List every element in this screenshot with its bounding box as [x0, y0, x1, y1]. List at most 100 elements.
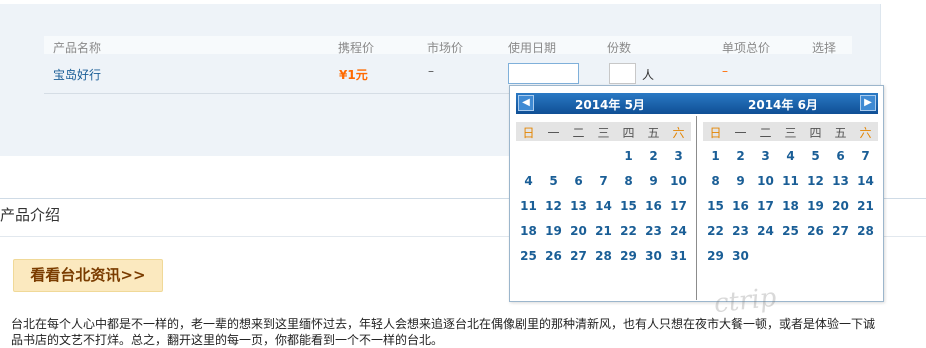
- weekday-label: 日: [522, 126, 535, 140]
- product-description: 台北在每个人心中都是不一样的，老一辈的想来到这里缅怀过去，年轻人会想来追逐台北在…: [11, 316, 915, 348]
- calendar-day[interactable]: 6: [566, 174, 591, 188]
- weekday-label: 二: [572, 126, 585, 140]
- weekday-label: 三: [784, 126, 797, 140]
- calendar-day[interactable]: 1: [703, 149, 728, 163]
- date-picker-header: ◀ 2014年 5月 2014年 6月 ▶: [516, 93, 878, 114]
- weekday-label: 五: [647, 126, 660, 140]
- row-divider: [44, 93, 514, 94]
- calendar-day[interactable]: 3: [753, 149, 778, 163]
- section-title: 产品介绍: [0, 206, 61, 224]
- calendar-day[interactable]: 2: [728, 149, 753, 163]
- weekday-label: 一: [734, 126, 747, 140]
- taipei-news-button[interactable]: 看看台北资讯>>: [13, 259, 163, 292]
- calendar-day[interactable]: 2: [641, 149, 666, 163]
- calendar-day[interactable]: 16: [728, 199, 753, 213]
- product-name-link[interactable]: 宝岛好行: [53, 66, 101, 83]
- header-select: 选择: [812, 41, 837, 55]
- calendar-day[interactable]: 8: [703, 174, 728, 188]
- calendar-day[interactable]: 1: [616, 149, 641, 163]
- calendar-day[interactable]: 25: [516, 249, 541, 263]
- calendar-day[interactable]: 27: [566, 249, 591, 263]
- calendar-day[interactable]: 4: [516, 174, 541, 188]
- calendar-day[interactable]: 5: [803, 149, 828, 163]
- calendar-day[interactable]: 13: [828, 174, 853, 188]
- calendar-day[interactable]: 31: [666, 249, 691, 263]
- calendar-day[interactable]: 23: [728, 224, 753, 238]
- calendar-day[interactable]: 5: [541, 174, 566, 188]
- calendar-day[interactable]: 28: [591, 249, 616, 263]
- calendar-day[interactable]: 15: [703, 199, 728, 213]
- next-month-icon[interactable]: ▶: [860, 95, 876, 111]
- calendar-day[interactable]: 14: [591, 199, 616, 213]
- calendar-day[interactable]: 17: [753, 199, 778, 213]
- calendar-day[interactable]: 3: [666, 149, 691, 163]
- calendar-day[interactable]: 26: [541, 249, 566, 263]
- weekday-label: 日: [709, 126, 722, 140]
- ctrip-price: ¥1元: [339, 68, 368, 82]
- calendar-day[interactable]: 21: [591, 224, 616, 238]
- calendar-day[interactable]: 17: [666, 199, 691, 213]
- calendar-day[interactable]: 19: [541, 224, 566, 238]
- calendar-day[interactable]: 7: [853, 149, 878, 163]
- calendar-day[interactable]: 16: [641, 199, 666, 213]
- header-ctrip-price: 携程价: [338, 41, 375, 55]
- weekday-label: 一: [547, 126, 560, 140]
- calendar-day[interactable]: 21: [853, 199, 878, 213]
- calendar-day[interactable]: 7: [591, 174, 616, 188]
- calendar-day[interactable]: 20: [828, 199, 853, 213]
- watermark: ctrip: [712, 282, 778, 320]
- date-picker-popup: ◀ 2014年 5月 2014年 6月 ▶ 日一二三四五六 1 2 3 4 5 6 7 8 9 10…: [509, 85, 884, 302]
- calendar-day[interactable]: 9: [728, 174, 753, 188]
- calendar-day[interactable]: 19: [803, 199, 828, 213]
- calendar-day[interactable]: 25: [778, 224, 803, 238]
- header-product-name: 产品名称: [53, 41, 102, 55]
- calendar-day[interactable]: 26: [803, 224, 828, 238]
- quantity-input[interactable]: [609, 63, 636, 84]
- calendar-day[interactable]: 18: [516, 224, 541, 238]
- calendar-day[interactable]: 11: [516, 199, 541, 213]
- calendar-day[interactable]: 30: [728, 249, 753, 263]
- calendar-day[interactable]: 4: [778, 149, 803, 163]
- calendar-day[interactable]: 10: [753, 174, 778, 188]
- weekday-header-row: 日一二三四五六: [703, 122, 878, 141]
- calendar-day[interactable]: 28: [853, 224, 878, 238]
- calendar-day[interactable]: 13: [566, 199, 591, 213]
- calendar-day[interactable]: 24: [666, 224, 691, 238]
- prev-month-icon[interactable]: ◀: [518, 95, 534, 111]
- weekday-label: 三: [597, 126, 610, 140]
- use-date-input[interactable]: [508, 63, 579, 84]
- weekday-label: 六: [672, 126, 685, 140]
- header-subtotal: 单项总价: [722, 41, 771, 55]
- calendar-day[interactable]: 22: [703, 224, 728, 238]
- weekday-label: 四: [809, 126, 822, 140]
- calendar-day[interactable]: 6: [828, 149, 853, 163]
- calendar-day[interactable]: 23: [641, 224, 666, 238]
- weekday-label: 五: [834, 126, 847, 140]
- weekday-label: 六: [859, 126, 872, 140]
- calendar-day[interactable]: 12: [803, 174, 828, 188]
- market-price: –: [428, 64, 434, 78]
- calendar-day[interactable]: 27: [828, 224, 853, 238]
- calendar-day[interactable]: 14: [853, 174, 878, 188]
- calendar-day[interactable]: 9: [641, 174, 666, 188]
- calendar-day[interactable]: 22: [616, 224, 641, 238]
- calendar-day[interactable]: 12: [541, 199, 566, 213]
- calendar-day[interactable]: 29: [703, 249, 728, 263]
- calendar-day[interactable]: 10: [666, 174, 691, 188]
- calendar-day[interactable]: 11: [778, 174, 803, 188]
- calendar-day[interactable]: 30: [641, 249, 666, 263]
- description-line: 台北在每个人心中都是不一样的，老一辈的想来到这里缅怀过去，年轻人会想来追逐台北在…: [11, 317, 876, 331]
- subtotal-value: –: [722, 64, 728, 78]
- header-market-price: 市场价: [427, 41, 464, 55]
- month-title-left: 2014年 5月: [575, 98, 645, 112]
- header-quantity: 份数: [607, 41, 632, 55]
- calendar-day[interactable]: 24: [753, 224, 778, 238]
- weekday-label: 四: [622, 126, 635, 140]
- calendar-day[interactable]: 15: [616, 199, 641, 213]
- calendar-day[interactable]: 18: [778, 199, 803, 213]
- month-divider: [696, 116, 697, 300]
- header-use-date: 使用日期: [508, 41, 557, 55]
- calendar-day[interactable]: 29: [616, 249, 641, 263]
- calendar-day[interactable]: 20: [566, 224, 591, 238]
- calendar-day[interactable]: 8: [616, 174, 641, 188]
